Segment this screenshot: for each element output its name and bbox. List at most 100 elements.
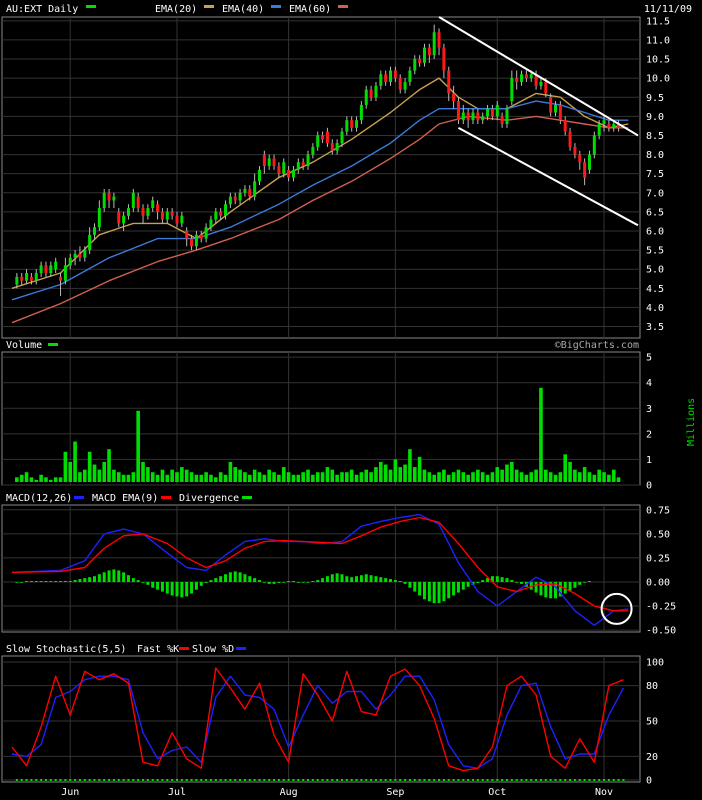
divergence-bar [54, 581, 58, 582]
stoch-baseline-dot [205, 779, 208, 781]
y-tick-label: 100 [646, 658, 664, 669]
candle-body [452, 93, 456, 102]
divergence-bar [325, 576, 329, 582]
divergence-bar [359, 575, 363, 582]
candle-body [68, 257, 72, 266]
divergence-bar [117, 570, 121, 582]
stoch-baseline-dot [501, 779, 504, 781]
candle-body [29, 276, 33, 281]
volume-bar [184, 469, 189, 482]
price-header: AU:EXT Daily EMA(20) EMA(40) EMA(60) 11/… [6, 4, 692, 15]
divergence-bar [437, 581, 441, 604]
volume-bar [456, 469, 461, 482]
divergence-bar [374, 576, 378, 582]
candle-body [432, 32, 436, 56]
volume-bar [349, 469, 354, 482]
stoch-baseline-dot [195, 779, 198, 781]
ema40-legend-swatch [271, 5, 281, 8]
x-tick-label: Jul [168, 787, 186, 798]
candle-body [78, 253, 82, 258]
stoch-baseline-dot [544, 779, 547, 781]
price-candles [15, 24, 621, 296]
y-tick-label: 9.5 [646, 93, 664, 104]
candle-body [117, 211, 121, 224]
candle-body [442, 47, 446, 71]
stoch-baseline-dot [253, 779, 256, 781]
candle-body [49, 265, 53, 274]
stoch-baseline-dot [530, 779, 533, 781]
volume-bar [180, 467, 184, 482]
divergence-legend-swatch [242, 496, 252, 499]
volume-bar [510, 461, 514, 482]
volume-bar [24, 472, 29, 482]
divergence-bar [442, 581, 446, 602]
volume-bar [243, 472, 247, 482]
y-tick-label: 3 [646, 404, 652, 415]
candle-body [243, 188, 247, 193]
divergence-bar [92, 576, 96, 582]
candle-body [568, 131, 572, 147]
candle-body [122, 215, 126, 224]
stoch-baseline-dot [374, 779, 377, 781]
divergence-bar [34, 581, 38, 582]
stoch-baseline-dot [243, 779, 246, 781]
divergence-bar [102, 572, 106, 582]
y-tick-label: 0.50 [646, 529, 670, 540]
volume-bar [170, 469, 174, 482]
divergence-bar [452, 581, 456, 596]
candle-body [602, 120, 606, 124]
y-tick-label: 11.0 [646, 35, 670, 46]
volume-bar [63, 451, 68, 482]
volume-bar [519, 472, 524, 482]
stoch-baseline-dot [321, 779, 324, 781]
stoch-baseline-dot [365, 779, 368, 781]
macd-grid [2, 505, 640, 632]
divergence-bar [214, 578, 218, 582]
candle-body [136, 196, 140, 209]
stoch-baseline-dot [442, 779, 445, 781]
volume-bar [393, 459, 398, 482]
volume-bar [102, 461, 107, 482]
stoch-baseline-dot [302, 779, 305, 781]
ema60-legend-swatch [338, 5, 348, 8]
stoch-baseline-dot [408, 779, 411, 781]
divergence-bar [466, 581, 470, 587]
candle-body [131, 192, 135, 209]
divergence-bar [456, 581, 460, 593]
stoch-baseline-dot [108, 779, 111, 781]
divergence-bar [316, 580, 320, 582]
candle-body [486, 108, 490, 117]
stoch-baseline-dot [593, 779, 596, 781]
volume-bar [112, 469, 116, 482]
candle-body [54, 261, 58, 270]
candle-body [490, 108, 494, 117]
candle-body [384, 74, 388, 82]
volume-bar [315, 472, 320, 482]
volume-bar [121, 474, 126, 482]
stoch-baseline-dot [117, 779, 120, 781]
candle-body [59, 276, 63, 281]
divergence-bar [122, 572, 126, 582]
candle-body [112, 196, 116, 201]
candle-body [500, 116, 504, 124]
divergence-bar [29, 581, 33, 582]
candle-body [422, 47, 426, 63]
divergence-bar [88, 577, 92, 582]
divergence-bar [83, 578, 87, 582]
macd-lines [11, 513, 629, 626]
stoch-baseline-dot [355, 779, 358, 781]
y-tick-label: 6.5 [646, 207, 664, 218]
volume-bar [616, 477, 621, 482]
candle-body [403, 81, 407, 90]
volume-bar [73, 441, 77, 482]
stoch-baseline-dot [54, 779, 57, 781]
stoch-baseline-dot [132, 779, 135, 781]
candle-body [335, 143, 339, 151]
divergence-bar [224, 574, 228, 582]
candle-body [25, 273, 29, 281]
divergence-bar [238, 572, 242, 582]
stoch-baseline-dot [326, 779, 329, 781]
stoch-baseline-dot [219, 779, 222, 781]
stoch-baseline-dot [607, 779, 610, 781]
candle-body [471, 112, 475, 121]
